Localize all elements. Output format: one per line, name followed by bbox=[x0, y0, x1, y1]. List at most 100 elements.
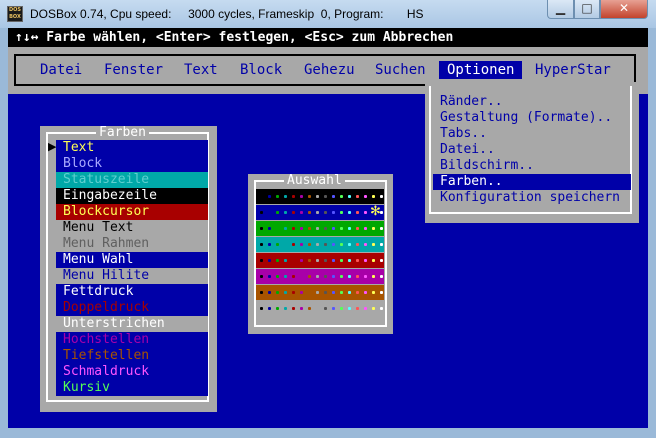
palette-swatch[interactable] bbox=[332, 259, 335, 262]
farben-item[interactable]: Menu Wahl bbox=[56, 252, 208, 268]
palette-swatch[interactable] bbox=[324, 195, 327, 198]
palette-swatch[interactable] bbox=[348, 259, 351, 262]
palette-swatch[interactable] bbox=[356, 291, 359, 294]
farben-item[interactable]: Eingabezeile bbox=[56, 188, 208, 204]
menu-hyperstar[interactable]: HyperStar bbox=[535, 61, 611, 79]
palette-swatch[interactable] bbox=[340, 307, 343, 310]
palette-swatch[interactable] bbox=[372, 275, 375, 278]
palette-swatch[interactable] bbox=[372, 307, 375, 310]
palette-swatch[interactable] bbox=[340, 259, 343, 262]
palette-swatch[interactable] bbox=[284, 291, 287, 294]
palette-swatch[interactable] bbox=[292, 211, 295, 214]
palette-swatch[interactable] bbox=[292, 227, 295, 230]
palette-swatch[interactable] bbox=[332, 195, 335, 198]
palette-swatch[interactable] bbox=[316, 243, 319, 246]
farben-item[interactable]: Block bbox=[56, 156, 208, 172]
palette-swatch[interactable] bbox=[332, 291, 335, 294]
palette-swatch[interactable] bbox=[372, 291, 375, 294]
farben-item[interactable]: Menu Rahmen bbox=[56, 236, 208, 252]
palette-swatch[interactable] bbox=[268, 291, 271, 294]
palette-swatch[interactable] bbox=[324, 259, 327, 262]
palette-swatch[interactable] bbox=[340, 243, 343, 246]
palette-swatch[interactable] bbox=[300, 211, 303, 214]
palette-swatch[interactable] bbox=[364, 275, 367, 278]
palette-swatch[interactable] bbox=[332, 211, 335, 214]
palette-swatch[interactable] bbox=[276, 227, 279, 230]
palette-row[interactable]: ✻ bbox=[256, 204, 384, 220]
palette-swatch[interactable] bbox=[332, 307, 335, 310]
palette-swatch[interactable] bbox=[284, 275, 287, 278]
dropdown-item-gestaltung[interactable]: Gestaltung (Formate).. bbox=[440, 110, 612, 126]
dropdown-item-tabs[interactable]: Tabs.. bbox=[440, 126, 487, 142]
palette-swatch[interactable] bbox=[340, 195, 343, 198]
palette-swatch[interactable] bbox=[316, 195, 319, 198]
farben-item[interactable]: Menu Text bbox=[56, 220, 208, 236]
palette-swatch[interactable] bbox=[260, 307, 263, 310]
palette-swatch[interactable] bbox=[268, 259, 271, 262]
palette-swatch[interactable] bbox=[380, 195, 383, 198]
palette-swatch[interactable] bbox=[332, 243, 335, 246]
palette-swatch[interactable] bbox=[380, 243, 383, 246]
palette-swatch[interactable] bbox=[364, 291, 367, 294]
menu-datei[interactable]: Datei bbox=[40, 61, 82, 79]
palette-swatch[interactable] bbox=[380, 275, 383, 278]
palette-swatch[interactable] bbox=[340, 291, 343, 294]
menu-gehezu[interactable]: Gehezu bbox=[304, 61, 355, 79]
palette-swatch[interactable] bbox=[340, 275, 343, 278]
palette-swatch[interactable] bbox=[324, 307, 327, 310]
palette-swatch[interactable] bbox=[316, 307, 319, 310]
palette-swatch[interactable] bbox=[324, 275, 327, 278]
palette-row[interactable] bbox=[256, 253, 384, 268]
palette-swatch[interactable] bbox=[308, 211, 311, 214]
palette-swatch[interactable] bbox=[332, 227, 335, 230]
farben-item[interactable]: Tiefstellen bbox=[56, 348, 208, 364]
farben-item[interactable]: Kursiv bbox=[56, 380, 208, 396]
palette-swatch[interactable] bbox=[276, 211, 279, 214]
palette-swatch[interactable] bbox=[284, 243, 287, 246]
palette-swatch[interactable] bbox=[372, 227, 375, 230]
palette-swatch[interactable] bbox=[316, 275, 319, 278]
palette-row[interactable] bbox=[256, 301, 384, 316]
palette-swatch[interactable] bbox=[300, 307, 303, 310]
palette-swatch[interactable] bbox=[364, 259, 367, 262]
palette-swatch[interactable] bbox=[276, 195, 279, 198]
palette-swatch[interactable] bbox=[276, 243, 279, 246]
palette-swatch[interactable] bbox=[308, 291, 311, 294]
palette-swatch[interactable] bbox=[316, 211, 319, 214]
menu-fenster[interactable]: Fenster bbox=[104, 61, 163, 79]
palette-swatch[interactable] bbox=[356, 211, 359, 214]
palette-swatch[interactable] bbox=[308, 275, 311, 278]
palette-swatch[interactable] bbox=[364, 195, 367, 198]
farben-item[interactable]: Menu Hilite bbox=[56, 268, 208, 284]
palette-row[interactable] bbox=[256, 237, 384, 252]
palette-swatch[interactable] bbox=[348, 211, 351, 214]
palette-swatch[interactable] bbox=[356, 227, 359, 230]
palette-swatch[interactable] bbox=[356, 259, 359, 262]
palette-swatch[interactable] bbox=[332, 275, 335, 278]
palette-swatch[interactable] bbox=[316, 291, 319, 294]
palette-swatch[interactable] bbox=[380, 307, 383, 310]
palette-swatch[interactable] bbox=[276, 307, 279, 310]
palette-swatch[interactable] bbox=[300, 291, 303, 294]
palette-swatch[interactable] bbox=[284, 227, 287, 230]
palette-swatch[interactable] bbox=[284, 259, 287, 262]
palette-swatch[interactable] bbox=[292, 243, 295, 246]
palette-swatch[interactable] bbox=[292, 275, 295, 278]
palette-swatch[interactable] bbox=[316, 259, 319, 262]
palette-swatch[interactable] bbox=[308, 195, 311, 198]
palette-swatch[interactable] bbox=[276, 259, 279, 262]
farben-item[interactable]: Doppeldruck bbox=[56, 300, 208, 316]
palette-swatch[interactable] bbox=[268, 195, 271, 198]
palette-swatch[interactable] bbox=[364, 211, 367, 214]
farben-item[interactable]: Unterstrichen bbox=[56, 316, 208, 332]
palette-swatch[interactable] bbox=[260, 291, 263, 294]
menu-text[interactable]: Text bbox=[184, 61, 218, 79]
dropdown-item-bildschirm[interactable]: Bildschirm.. bbox=[440, 158, 534, 174]
palette-swatch[interactable] bbox=[364, 307, 367, 310]
farben-item[interactable]: Hochstellen bbox=[56, 332, 208, 348]
palette-row[interactable] bbox=[256, 189, 384, 204]
palette-swatch[interactable] bbox=[260, 211, 263, 214]
palette-swatch[interactable] bbox=[260, 227, 263, 230]
palette-swatch[interactable] bbox=[364, 243, 367, 246]
palette-swatch[interactable] bbox=[340, 227, 343, 230]
